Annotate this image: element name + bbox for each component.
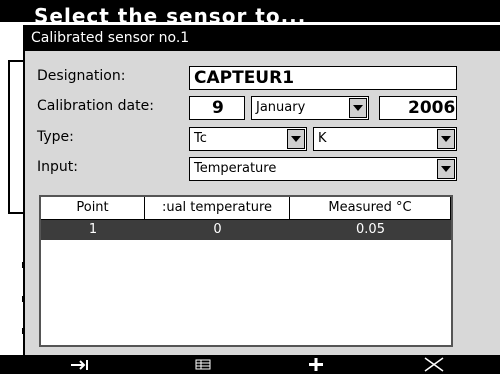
calibration-date-label: Calibration date: <box>37 98 154 114</box>
subtype-select[interactable]: K <box>313 127 457 151</box>
close-icon[interactable] <box>414 355 454 374</box>
chevron-down-icon[interactable] <box>349 98 367 118</box>
calibration-points-table[interactable]: Point :ual temperature Measured °C 1 0 0… <box>39 195 453 347</box>
chevron-down-icon[interactable] <box>437 159 455 179</box>
list-icon[interactable] <box>183 355 223 374</box>
bottom-softkey-bar <box>0 355 500 374</box>
column-header-measured[interactable]: Measured °C <box>290 197 451 219</box>
type-select[interactable]: Tc <box>189 127 307 151</box>
table-row[interactable]: 1 0 0.05 <box>41 220 451 240</box>
year-value: 2006 <box>408 98 456 118</box>
day-field[interactable]: 9 <box>189 96 245 120</box>
day-value: 9 <box>212 98 224 118</box>
designation-field[interactable]: CAPTEUR1 <box>189 66 457 90</box>
tab-arrow-icon[interactable] <box>60 355 100 374</box>
chevron-down-icon[interactable] <box>437 129 455 149</box>
type-value: Tc <box>194 131 207 146</box>
background-title-text: Select the sensor to... <box>34 4 307 22</box>
type-label: Type: <box>37 129 74 145</box>
dialog-title: Calibrated sensor no.1 <box>25 25 500 51</box>
calibrated-sensor-dialog: Calibrated sensor no.1 Designation: CAPT… <box>23 25 500 355</box>
input-value: Temperature <box>194 161 277 176</box>
month-select[interactable]: January <box>251 96 369 120</box>
designation-label: Designation: <box>37 68 126 84</box>
column-header-point[interactable]: Point <box>41 197 145 219</box>
chevron-down-icon[interactable] <box>287 129 305 149</box>
table-header: Point :ual temperature Measured °C <box>41 197 451 220</box>
month-value: January <box>256 100 306 115</box>
year-field[interactable]: 2006 <box>379 96 457 120</box>
subtype-value: K <box>318 131 327 146</box>
designation-value: CAPTEUR1 <box>194 68 295 88</box>
plus-icon[interactable] <box>296 355 336 374</box>
cell-point: 1 <box>88 222 98 237</box>
background-window-title: Select the sensor to... <box>0 0 500 22</box>
cell-actual: 0 <box>213 222 222 237</box>
column-header-actual-temperature[interactable]: :ual temperature <box>145 197 290 219</box>
input-select[interactable]: Temperature <box>189 157 457 181</box>
input-label: Input: <box>37 159 78 175</box>
cell-measured: 0.05 <box>356 222 385 237</box>
background-frame <box>8 60 24 214</box>
